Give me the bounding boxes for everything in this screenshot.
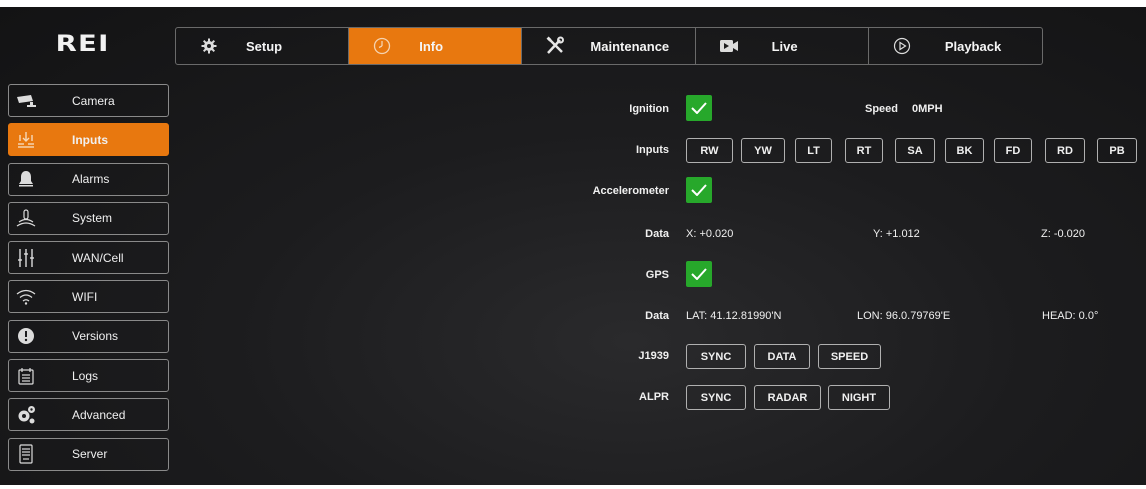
input-button-sa[interactable]: SA bbox=[895, 138, 935, 163]
alpr-label: ALPR bbox=[639, 391, 669, 403]
input-button-fd[interactable]: FD bbox=[994, 138, 1032, 163]
gps-checkbox[interactable] bbox=[686, 261, 712, 287]
accel-x-value: X: +0.020 bbox=[686, 228, 734, 240]
check-icon bbox=[691, 268, 707, 280]
input-button-lt[interactable]: LT bbox=[795, 138, 832, 163]
accelerometer-checkbox[interactable] bbox=[686, 177, 712, 203]
input-button-rw[interactable]: RW bbox=[686, 138, 733, 163]
input-button-bk[interactable]: BK bbox=[945, 138, 984, 163]
accel-z-value: Z: -0.020 bbox=[1041, 228, 1086, 240]
gps-lon-value: LON: 96.0.79769'E bbox=[857, 310, 951, 322]
ignition-checkbox[interactable] bbox=[686, 95, 712, 121]
j1939-speed-button[interactable]: SPEED bbox=[818, 344, 881, 369]
inputs-label: Inputs bbox=[636, 144, 669, 156]
gps-label: GPS bbox=[645, 269, 669, 281]
input-button-yw[interactable]: YW bbox=[741, 138, 785, 163]
alpr-night-button[interactable]: NIGHT bbox=[828, 385, 890, 410]
ignition-label: Ignition bbox=[629, 103, 669, 115]
accelerometer-label: Accelerometer bbox=[592, 185, 669, 197]
speed-label: Speed bbox=[865, 103, 899, 115]
gps-lat-value: LAT: 41.12.81990'N bbox=[686, 310, 782, 322]
j1939-label: J1939 bbox=[638, 350, 669, 362]
alpr-sync-button[interactable]: SYNC bbox=[686, 385, 746, 410]
check-icon bbox=[691, 184, 707, 196]
alpr-radar-button[interactable]: RADAR bbox=[754, 385, 821, 410]
check-icon bbox=[691, 102, 707, 114]
j1939-sync-button[interactable]: SYNC bbox=[686, 344, 746, 369]
app-window: REI Setup Info Maintenance Live Playback… bbox=[0, 7, 1146, 485]
input-button-rd[interactable]: RD bbox=[1045, 138, 1085, 163]
accel-y-value: Y: +1.012 bbox=[873, 228, 920, 240]
gps-head-value: HEAD: 0.0° bbox=[1042, 310, 1099, 322]
input-button-pb[interactable]: PB bbox=[1097, 138, 1137, 163]
input-button-rt[interactable]: RT bbox=[845, 138, 883, 163]
accel-data-label: Data bbox=[645, 228, 669, 240]
gps-data-label: Data bbox=[645, 310, 669, 322]
info-panel: Ignition Speed 0MPH Inputs RW YW LT RT S… bbox=[0, 7, 1146, 485]
j1939-data-button[interactable]: DATA bbox=[754, 344, 810, 369]
speed-value: 0MPH bbox=[912, 103, 943, 115]
